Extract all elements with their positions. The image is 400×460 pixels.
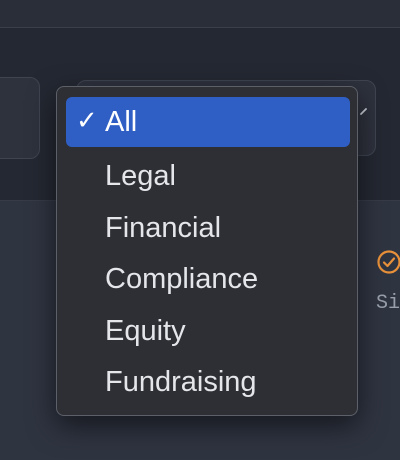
category-dropdown-menu: ✓ All Legal Financial Compliance Equity … <box>56 86 358 416</box>
chevron-icon[interactable] <box>358 106 370 118</box>
dropdown-item-label: Fundraising <box>105 366 257 398</box>
dropdown-item-label: Equity <box>105 315 186 347</box>
dropdown-item-label: All <box>105 106 138 138</box>
dropdown-item-fundraising[interactable]: Fundraising <box>66 357 350 407</box>
dropdown-item-all[interactable]: ✓ All <box>66 97 350 147</box>
checkmark-icon: ✓ <box>76 105 98 135</box>
document-status-text: Si <box>376 292 400 315</box>
dropdown-item-equity[interactable]: Equity <box>66 306 350 356</box>
dropdown-item-legal[interactable]: Legal <box>66 151 350 201</box>
left-filter-control[interactable] <box>0 77 40 159</box>
dropdown-item-financial[interactable]: Financial <box>66 203 350 253</box>
app-window: Si ✓ All Legal Financial Compliance Equi… <box>0 0 400 460</box>
top-bar <box>0 0 400 27</box>
dropdown-item-label: Legal <box>105 160 176 192</box>
check-circle-icon <box>377 250 400 274</box>
dropdown-item-compliance[interactable]: Compliance <box>66 254 350 304</box>
dropdown-item-label: Compliance <box>105 263 259 295</box>
dropdown-item-label: Financial <box>105 212 222 244</box>
